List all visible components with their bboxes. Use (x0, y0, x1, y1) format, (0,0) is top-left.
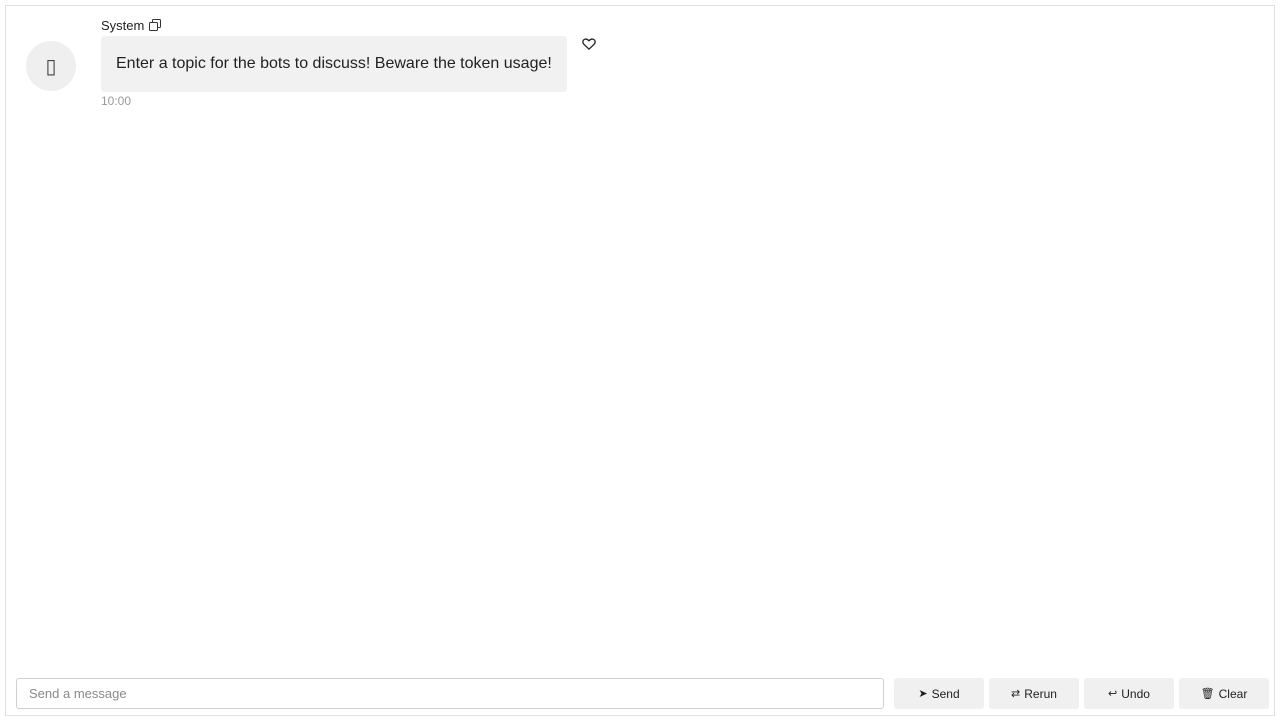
message-text: Enter a topic for the bots to discuss! B… (116, 55, 552, 72)
clear-button[interactable]: 🗑 Clear (1179, 678, 1269, 709)
undo-label: Undo (1121, 686, 1150, 701)
message-bubble: Enter a topic for the bots to discuss! B… (101, 36, 567, 92)
robot-icon: ▯ (45, 54, 57, 78)
undo-icon: ↩ (1108, 687, 1118, 700)
sender-name: System (101, 17, 145, 33)
clear-label: Clear (1218, 686, 1248, 701)
rerun-button[interactable]: ⇄ Rerun (989, 678, 1079, 709)
rerun-label: Rerun (1024, 686, 1057, 701)
copy-icon[interactable] (149, 19, 162, 31)
heart-icon[interactable] (582, 37, 596, 51)
undo-button[interactable]: ↩ Undo (1084, 678, 1174, 709)
chat-panel: ▯ System Enter a topic for the bots to d… (5, 5, 1275, 716)
rerun-icon: ⇄ (1011, 687, 1021, 700)
send-icon: ➤ (918, 687, 928, 700)
trash-icon: 🗑 (1200, 687, 1215, 700)
avatar: ▯ (26, 41, 76, 91)
composer-bar: ➤ Send ⇄ Rerun ↩ Undo 🗑 Clear (6, 678, 1274, 710)
send-button[interactable]: ➤ Send (894, 678, 984, 709)
message-header: System (101, 17, 162, 33)
send-label: Send (931, 686, 960, 701)
message-timestamp: 10:00 (101, 94, 132, 108)
message-input[interactable] (16, 678, 884, 709)
